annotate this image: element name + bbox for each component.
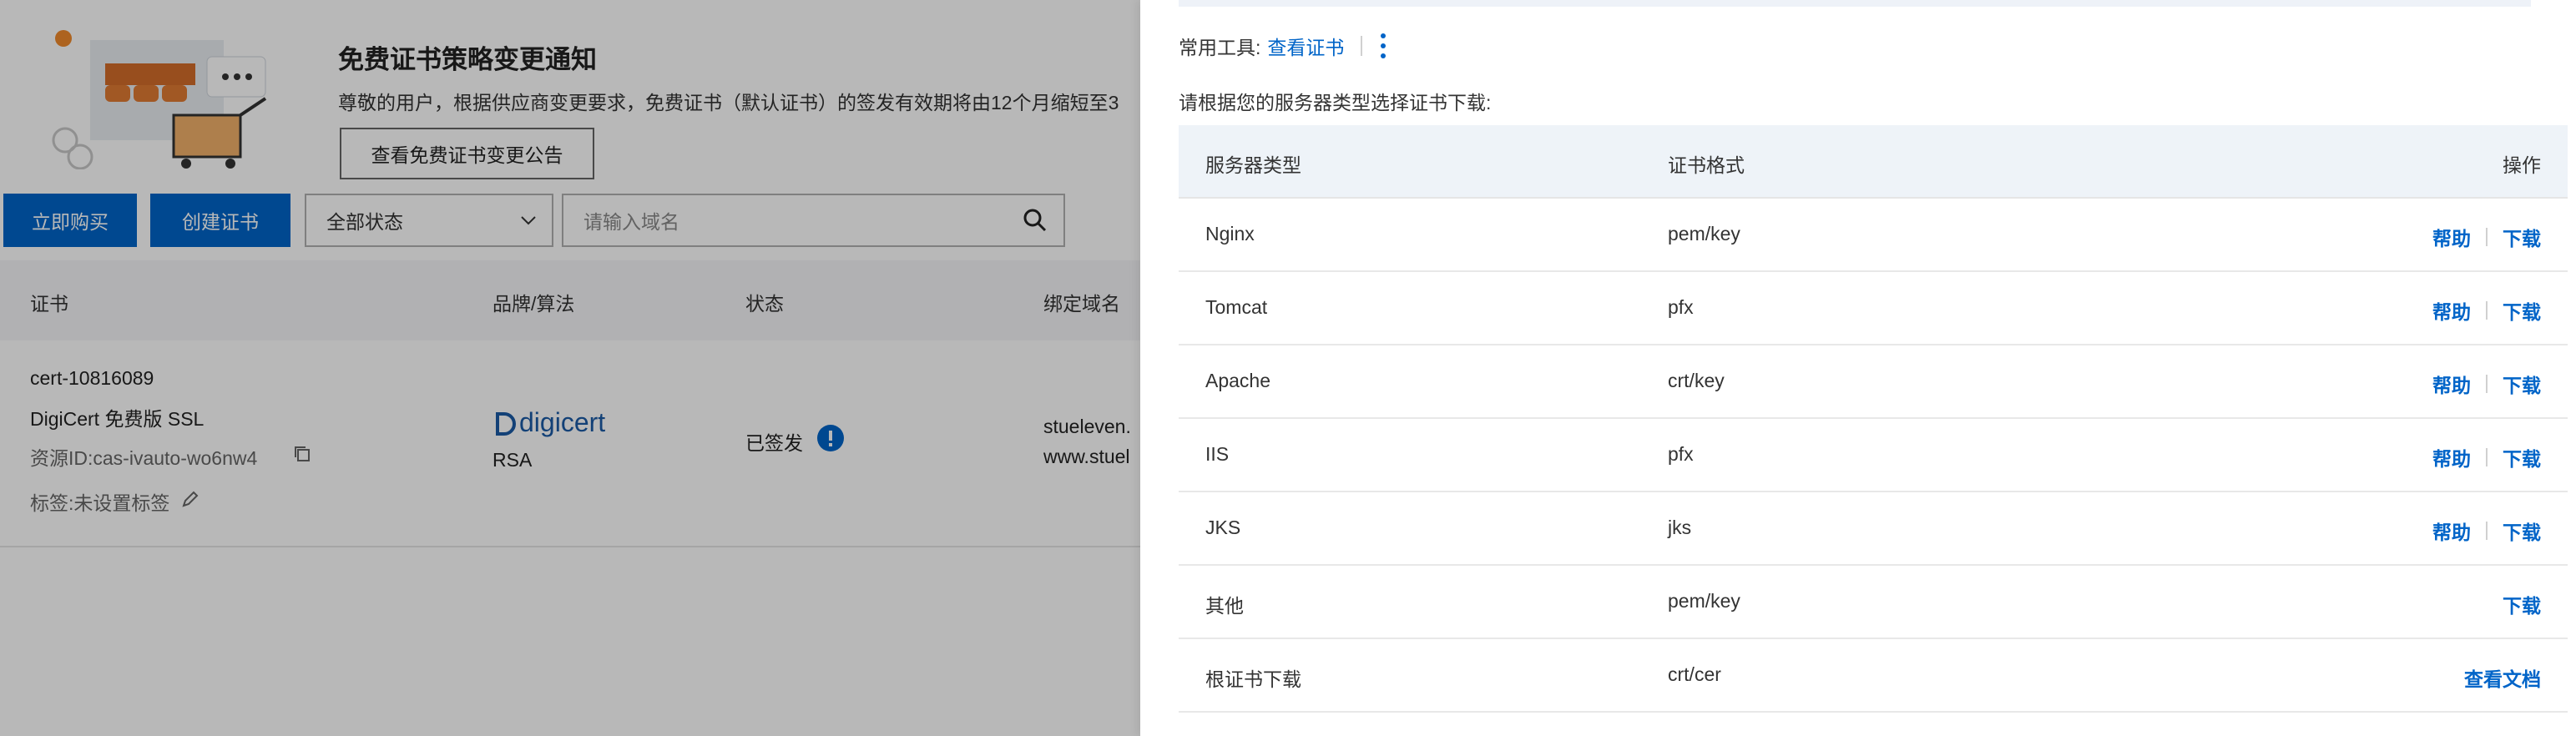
divider <box>1361 36 1363 56</box>
more-icon[interactable] <box>1379 33 1387 58</box>
server-type: 根证书下载 <box>1205 668 1301 690</box>
server-type: 其他 <box>1205 595 1244 617</box>
download-link[interactable]: 下载 <box>2503 370 2541 398</box>
download-link[interactable]: 下载 <box>2503 517 2541 545</box>
divider <box>2486 448 2488 466</box>
server-type: Tomcat <box>1205 296 1268 318</box>
download-link[interactable]: 下载 <box>2503 443 2541 471</box>
download-link[interactable]: 下载 <box>2503 296 2541 325</box>
cert-format: pfx <box>1668 296 1694 318</box>
download-table-header: 服务器类型 证书格式 操作 <box>1179 125 2568 199</box>
cert-format: pem/key <box>1668 223 1740 244</box>
col-action: 操作 <box>2503 154 2541 176</box>
table-row-jks: JKS jks 帮助 下载 <box>1179 492 2568 566</box>
table-row-apache: Apache crt/key 帮助 下载 <box>1179 345 2568 419</box>
server-type: Apache <box>1205 370 1271 391</box>
view-cert-link[interactable]: 查看证书 <box>1267 32 1344 60</box>
server-type: IIS <box>1205 443 1230 465</box>
view-doc-link[interactable]: 查看文档 <box>2464 663 2541 692</box>
divider <box>2486 301 2488 320</box>
cert-format: jks <box>1668 517 1692 538</box>
download-intro: 请根据您的服务器类型选择证书下载: <box>1179 92 1492 113</box>
download-link[interactable]: 下载 <box>2503 590 2541 618</box>
divider <box>2486 375 2488 393</box>
help-link[interactable]: 帮助 <box>2432 370 2471 398</box>
divider <box>2486 522 2488 540</box>
tools-label: 常用工具: <box>1179 37 1261 58</box>
divider <box>2486 228 2488 246</box>
modal-overlay[interactable] <box>0 0 1140 736</box>
cert-format: crt/cer <box>1668 663 1721 685</box>
table-row-iis: IIS pfx 帮助 下载 <box>1179 419 2568 492</box>
table-row-other: 其他 pem/key 下载 <box>1179 566 2568 639</box>
col-server-type: 服务器类型 <box>1205 154 1301 176</box>
col-cert-format: 证书格式 <box>1668 154 1745 176</box>
help-link[interactable]: 帮助 <box>2432 517 2471 545</box>
common-tools: 常用工具: 查看证书 <box>1179 32 1387 60</box>
download-table: 服务器类型 证书格式 操作 Nginx pem/key 帮助 下载 Tomcat … <box>1179 125 2568 713</box>
table-row-root-cert: 根证书下载 crt/cer 查看文档 <box>1179 639 2568 713</box>
panel-top-strip <box>1179 0 2531 7</box>
download-link[interactable]: 下载 <box>2503 223 2541 251</box>
download-side-panel: 常用工具: 查看证书 请根据您的服务器类型选择证书下载: 服务器类型 证书格式 … <box>1140 0 2576 736</box>
server-type: Nginx <box>1205 223 1255 244</box>
help-link[interactable]: 帮助 <box>2432 296 2471 325</box>
help-link[interactable]: 帮助 <box>2432 223 2471 251</box>
help-link[interactable]: 帮助 <box>2432 443 2471 471</box>
cert-format: pem/key <box>1668 590 1740 612</box>
cert-format: crt/key <box>1668 370 1725 391</box>
table-row-nginx: Nginx pem/key 帮助 下载 <box>1179 199 2568 272</box>
table-row-tomcat: Tomcat pfx 帮助 下载 <box>1179 272 2568 345</box>
server-type: JKS <box>1205 517 1241 538</box>
cert-format: pfx <box>1668 443 1694 465</box>
